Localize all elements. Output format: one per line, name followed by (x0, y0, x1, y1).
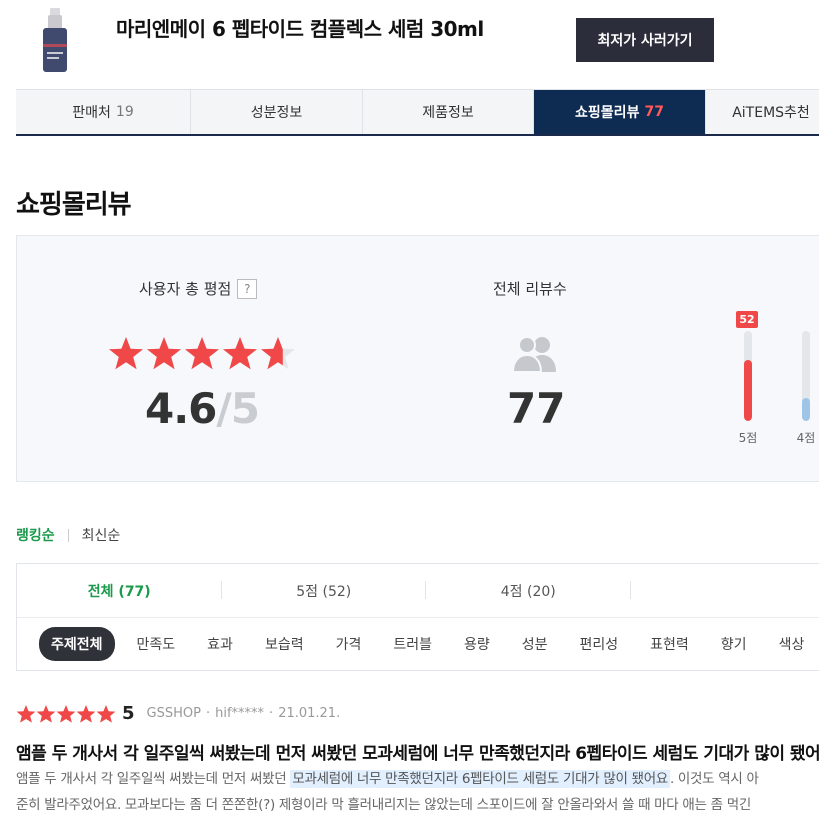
bar-label: 5점 (738, 431, 758, 445)
bar-track (802, 331, 810, 421)
tab-count: 19 (115, 104, 134, 120)
review-highlight: 모과세럼에 너무 만족했던지라 6펩타이드 세럼도 기대가 많이 됐어요 (290, 770, 670, 788)
star-icon (16, 704, 36, 723)
review-body-line: 준히 발라주었어요. 모과보다는 좀 더 쫀쫀한(?) 제형이라 막 흘러내리지… (16, 797, 751, 813)
review-stars (16, 704, 116, 723)
tab-mall-reviews[interactable]: 쇼핑몰리뷰 77 (534, 90, 706, 134)
star-icon (76, 704, 96, 723)
rating-summary: 사용자 총 평점 ? 4.6/5 전체 리뷰수 77 52 5점 4점 (16, 235, 819, 482)
product-tabs: 판매처 19 성분정보 제품정보 쇼핑몰리뷰 77 AiTEMS추천 (16, 89, 819, 136)
sort-divider (67, 528, 69, 542)
review-filters: 전체 (77) 5점 (52) 4점 (20) 주제전체 만족도 효과 보습력 … (16, 563, 819, 671)
reviews-label: 전체 리뷰수 (493, 280, 567, 298)
topic-chip[interactable]: 성분 (522, 634, 548, 654)
review-meta: GSSHOP · hif***** · 21.01.21. (146, 706, 341, 721)
review-body-line: 앰플 두 개사서 각 일주일씩 써봤는데 먼저 써봤던 모과세럼에 너무 만족했… (16, 770, 759, 788)
sort-options: 랭킹순 최신순 (16, 525, 120, 545)
tab-label: AiTEMS추천 (732, 105, 810, 121)
star-icon (36, 704, 56, 723)
review-score: 5 (122, 703, 135, 724)
star-icon (56, 704, 76, 723)
product-title: 마리엔메이 6 펩타이드 컴플렉스 세럼 30ml (116, 17, 484, 41)
topic-chip[interactable]: 용량 (464, 634, 490, 654)
average-score: 4.6/5 (145, 384, 260, 433)
tab-product-info[interactable]: 제품정보 (363, 90, 534, 134)
product-thumbnail[interactable] (30, 4, 80, 74)
review-source: GSSHOP (146, 706, 201, 721)
review-total: 77 (507, 384, 566, 433)
topic-chip[interactable]: 편리성 (580, 634, 619, 654)
review-user: hif***** (215, 706, 265, 721)
score-filter-more[interactable] (631, 564, 819, 617)
review-title[interactable]: 앰플 두 개사서 각 일주일씩 써봤는데 먼저 써봤던 모과세럼에 너무 만족했… (16, 739, 819, 764)
bar-label: 4점 (796, 431, 816, 445)
lowest-price-button[interactable]: 최저가 사러가기 (576, 18, 714, 62)
topic-chip[interactable]: 가격 (336, 634, 362, 654)
topic-chip[interactable]: 만족도 (137, 634, 176, 654)
people-icon (511, 336, 556, 373)
tab-label: 쇼핑몰리뷰 (575, 105, 640, 121)
score-value: 4.6 (145, 384, 217, 433)
section-title: 쇼핑몰리뷰 (16, 190, 132, 220)
topic-filter-row: 주제전체 만족도 효과 보습력 가격 트러블 용량 성분 편리성 표현력 향기 … (39, 627, 819, 661)
rating-label: 사용자 총 평점 (139, 280, 232, 298)
topic-chip[interactable]: 효과 (207, 634, 233, 654)
review-date: 21.01.21. (278, 706, 341, 721)
review-body: 앰플 두 개사서 각 일주일씩 써봤는데 먼저 써봤던 모과세럼에 너무 만족했… (16, 766, 819, 818)
score-filter-5[interactable]: 5점 (52) (222, 564, 427, 617)
bar-fill (744, 360, 752, 421)
distribution-bar-5: 5점 (733, 331, 763, 446)
tab-label: 제품정보 (422, 105, 474, 121)
tab-label: 판매처 (72, 105, 111, 121)
score-max: /5 (216, 384, 260, 433)
review-header: 5 GSSHOP · hif***** · 21.01.21. (16, 703, 340, 724)
tab-label: 성분정보 (250, 105, 303, 121)
score-filter-row: 전체 (77) 5점 (52) 4점 (20) (17, 564, 819, 618)
tab-sellers[interactable]: 판매처 19 (16, 90, 191, 134)
distribution-bar-4: 4점 (791, 331, 819, 446)
sort-latest[interactable]: 최신순 (82, 525, 121, 545)
topic-chip[interactable]: 주제전체 (39, 627, 115, 661)
topic-chip[interactable]: 트러블 (393, 634, 432, 654)
topic-chip[interactable]: 보습력 (265, 634, 304, 654)
tab-aitems-recommend[interactable]: AiTEMS추천 (706, 90, 819, 134)
rating-stars (109, 337, 295, 370)
bar-track (744, 331, 752, 421)
star-icon (96, 704, 116, 723)
tab-ingredients[interactable]: 성분정보 (191, 90, 363, 134)
topic-chip[interactable]: 향기 (721, 634, 747, 654)
help-icon[interactable]: ? (237, 278, 258, 299)
score-filter-all[interactable]: 전체 (77) (17, 564, 222, 617)
tab-count: 77 (644, 104, 664, 120)
top-count-badge: 52 (736, 311, 758, 328)
bar-fill (802, 397, 810, 421)
rating-label-group: 사용자 총 평점 ? (139, 278, 258, 299)
topic-chip[interactable]: 색상 (779, 634, 805, 654)
sort-ranking[interactable]: 랭킹순 (16, 525, 55, 545)
topic-chip[interactable]: 표현력 (650, 634, 689, 654)
score-filter-4[interactable]: 4점 (20) (426, 564, 631, 617)
